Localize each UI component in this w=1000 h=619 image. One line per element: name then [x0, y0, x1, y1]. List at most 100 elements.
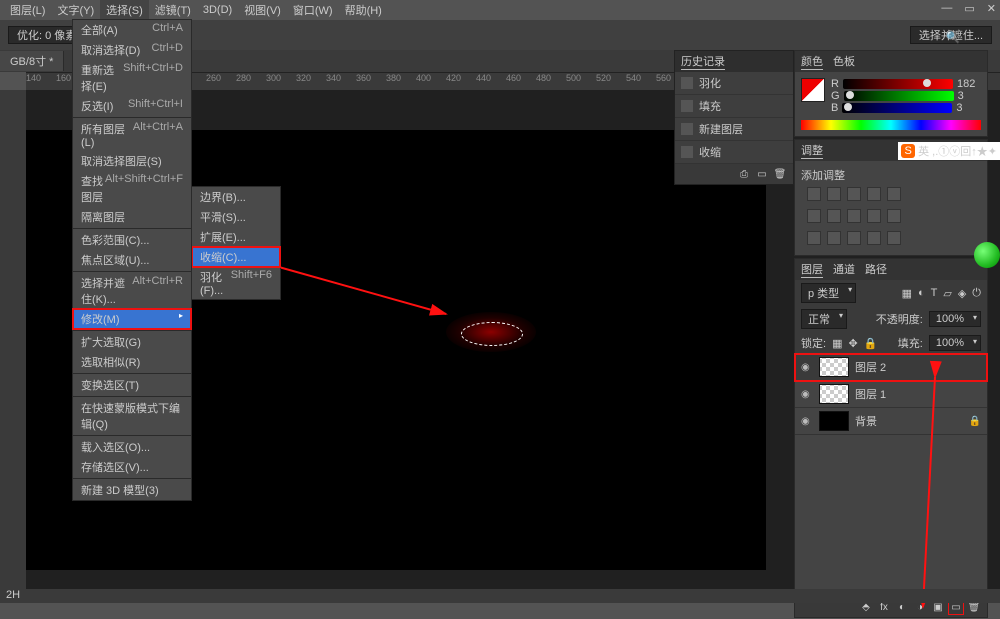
history-tab[interactable]: 历史记录	[681, 53, 725, 70]
close-button[interactable]: ✕	[987, 2, 996, 15]
menu-item[interactable]: 扩大选取(G)	[73, 332, 191, 352]
menu-item[interactable]: 变换选区(T)	[73, 375, 191, 395]
layer-row[interactable]: 图层 2	[795, 354, 987, 381]
filter-pixel-icon[interactable]: ▦	[902, 287, 912, 300]
menu-item[interactable]: 隔离图层	[73, 207, 191, 227]
menu-item[interactable]: 3D(D)	[197, 2, 238, 18]
levels-icon[interactable]	[827, 187, 841, 201]
assistant-bubble[interactable]	[974, 242, 1000, 268]
menu-item[interactable]: 色彩范围(C)...	[73, 230, 191, 250]
curves-icon[interactable]	[847, 187, 861, 201]
bw-icon[interactable]	[847, 209, 861, 223]
menu-item[interactable]: 取消选择(D)Ctrl+D	[73, 40, 191, 60]
menu-item[interactable]: 焦点区域(U)...	[73, 250, 191, 270]
layers-tab[interactable]: 图层	[801, 261, 823, 278]
menu-item[interactable]: 窗口(W)	[287, 0, 339, 20]
channels-tab[interactable]: 通道	[833, 261, 855, 278]
menu-item[interactable]: 修改(M)	[73, 309, 191, 329]
spectrum-bar[interactable]	[801, 120, 981, 130]
menu-item[interactable]: 取消选择图层(S)	[73, 151, 191, 171]
menu-item[interactable]: 重新选择(E)Shift+Ctrl+D	[73, 60, 191, 96]
hue-icon[interactable]	[807, 209, 821, 223]
menu-item[interactable]: 所有图层(L)Alt+Ctrl+A	[73, 119, 191, 151]
menu-item[interactable]: 文字(Y)	[51, 0, 100, 20]
threshold-icon[interactable]	[847, 231, 861, 245]
ime-icons[interactable]: ,.①ⓥ回↑★✦	[932, 143, 997, 159]
menu-item[interactable]: 选择并遮住(K)...Alt+Ctrl+R	[73, 273, 191, 309]
maximize-button[interactable]: ▭	[964, 2, 974, 15]
brightness-icon[interactable]	[807, 187, 821, 201]
menu-item[interactable]: 载入选区(O)...	[73, 437, 191, 457]
vibrance-icon[interactable]	[887, 187, 901, 201]
camera-icon[interactable]: ⎙	[737, 167, 751, 181]
posterize-icon[interactable]	[827, 231, 841, 245]
layer-row[interactable]: 背景🔒	[795, 408, 987, 435]
layer-thumbnail[interactable]	[819, 384, 849, 404]
layer-thumbnail[interactable]	[819, 357, 849, 377]
menu-item[interactable]: 帮助(H)	[339, 0, 388, 20]
layer-name[interactable]: 图层 2	[855, 359, 886, 375]
photo-filter-icon[interactable]	[867, 209, 881, 223]
channel-mixer-icon[interactable]	[887, 209, 901, 223]
menu-item[interactable]: 图层(L)	[4, 0, 51, 20]
swatches-tab[interactable]: 色板	[833, 53, 855, 70]
menu-item[interactable]: 反选(I)Shift+Ctrl+I	[73, 96, 191, 116]
invert-icon[interactable]	[807, 231, 821, 245]
menu-item[interactable]: 查找图层Alt+Shift+Ctrl+F	[73, 171, 191, 207]
filter-adjust-icon[interactable]: ◐	[918, 287, 925, 299]
submenu-item[interactable]: 扩展(E)...	[192, 227, 280, 247]
layer-name[interactable]: 图层 1	[855, 386, 886, 402]
layer-row[interactable]: 图层 1	[795, 381, 987, 408]
menu-item[interactable]: 在快速蒙版模式下编辑(Q)	[73, 398, 191, 434]
history-item[interactable]: 填充	[675, 95, 793, 118]
lock-position-icon[interactable]: ✥	[848, 337, 857, 350]
visibility-icon[interactable]	[801, 361, 813, 373]
history-item[interactable]: 收缩	[675, 141, 793, 164]
filter-shape-icon[interactable]: ▱	[943, 287, 951, 300]
layer-kind-select[interactable]: p 类型	[801, 283, 856, 303]
submenu-item[interactable]: 收缩(C)...	[192, 247, 280, 267]
layer-thumbnail[interactable]	[819, 411, 849, 431]
menu-item[interactable]: 新建 3D 模型(3)	[73, 480, 191, 500]
menu-item[interactable]: 存储选区(V)...	[73, 457, 191, 477]
submenu-item[interactable]: 边界(B)...	[192, 187, 280, 207]
adjustments-tab[interactable]: 调整	[801, 142, 823, 159]
document-tab[interactable]: GB/8寸 *	[0, 51, 64, 71]
filter-text-icon[interactable]: T	[931, 287, 938, 299]
exposure-icon[interactable]	[867, 187, 881, 201]
gradient-map-icon[interactable]	[867, 231, 881, 245]
submenu-item[interactable]: 平滑(S)...	[192, 207, 280, 227]
lock-pixels-icon[interactable]: ▦	[832, 337, 842, 350]
b-value[interactable]: 3	[956, 102, 962, 114]
menu-item[interactable]: 全部(A)Ctrl+A	[73, 20, 191, 40]
menu-item[interactable]: 滤镜(T)	[149, 0, 197, 20]
opacity-select[interactable]: 100%	[929, 311, 981, 327]
new-snapshot-icon[interactable]: ▭	[755, 167, 769, 181]
g-slider[interactable]	[844, 91, 954, 101]
r-slider[interactable]	[843, 79, 953, 89]
trash-icon[interactable]: 🗑	[773, 167, 787, 181]
minimize-button[interactable]: —	[941, 2, 952, 15]
filter-smart-icon[interactable]: ◈	[958, 287, 966, 300]
visibility-icon[interactable]	[801, 388, 813, 400]
history-item[interactable]: 新建图层	[675, 118, 793, 141]
menu-item[interactable]: 选取相似(R)	[73, 352, 191, 372]
b-slider[interactable]	[842, 103, 952, 113]
blend-mode-select[interactable]: 正常	[801, 309, 847, 329]
r-value[interactable]: 182	[957, 78, 975, 90]
foreground-color-swatch[interactable]	[801, 78, 825, 102]
layer-name[interactable]: 背景	[855, 413, 877, 429]
paths-tab[interactable]: 路径	[865, 261, 887, 278]
g-value[interactable]: 3	[958, 90, 964, 102]
search-icon[interactable]: 🔍	[945, 30, 960, 44]
color-tab[interactable]: 颜色	[801, 53, 823, 70]
filter-toggle-icon[interactable]: ⏻	[972, 287, 981, 300]
menu-item[interactable]: 选择(S)	[100, 0, 149, 20]
selective-color-icon[interactable]	[887, 231, 901, 245]
ime-mode[interactable]: 英	[918, 143, 929, 159]
history-item[interactable]: 羽化	[675, 72, 793, 95]
visibility-icon[interactable]	[801, 415, 813, 427]
fill-select[interactable]: 100%	[929, 335, 981, 351]
ime-toolbar[interactable]: S 英 ,.①ⓥ回↑★✦	[898, 142, 1000, 160]
lock-all-icon[interactable]: 🔒	[864, 337, 878, 350]
